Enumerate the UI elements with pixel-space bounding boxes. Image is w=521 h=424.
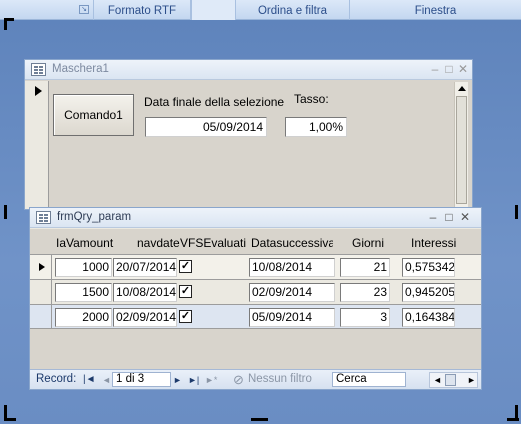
data-finale-field[interactable]: 05/09/2014	[145, 117, 267, 137]
column-header-interessi: Interessi	[411, 236, 457, 250]
minimize-icon[interactable]: –	[426, 210, 440, 224]
minimize-icon[interactable]: –	[428, 62, 442, 76]
search-input[interactable]: Cerca	[332, 372, 406, 387]
selection-handle[interactable]	[251, 418, 268, 421]
scroll-right-icon[interactable]: ►	[467, 375, 476, 385]
close-icon[interactable]: ✕	[458, 210, 472, 224]
maschera1-window[interactable]: Maschera1 – □ ✕ Comando1 Data finale del…	[24, 59, 473, 210]
current-record-field[interactable]: 1 di 3	[112, 372, 171, 387]
comando1-button[interactable]: Comando1	[53, 94, 134, 136]
amount-cell[interactable]: 1000	[55, 258, 112, 277]
datasuccessiva-cell[interactable]: 10/08/2014	[249, 258, 335, 277]
first-record-icon[interactable]: |◄	[83, 374, 96, 385]
amount-cell[interactable]: 1500	[55, 283, 112, 302]
column-header-datasuccessiva: Datasuccessiva	[251, 236, 333, 250]
form-icon	[36, 211, 51, 224]
selection-handle[interactable]	[515, 405, 518, 421]
record-label: Record:	[36, 373, 77, 385]
vertical-scrollbar[interactable]	[454, 82, 468, 209]
selection-handle[interactable]	[4, 418, 16, 421]
filter-status-button[interactable]: Nessun filtro	[248, 373, 312, 385]
continuous-form-grid: IaVamount navdate VFSEvaluation Datasucc…	[30, 229, 481, 371]
interessi-cell[interactable]: 0,945205	[402, 283, 455, 302]
vfsevaluation-checkbox[interactable]: ✓	[179, 260, 192, 273]
maschera1-titlebar[interactable]: Maschera1 – □ ✕	[25, 60, 472, 80]
giorni-cell[interactable]: 23	[340, 283, 390, 302]
tasso-label: Tasso:	[294, 92, 329, 106]
frmqry-param-window[interactable]: frmQry_param – □ ✕ IaVamount navdate VFS…	[29, 207, 482, 390]
maschera1-title: Maschera1	[52, 63, 109, 75]
new-record-icon[interactable]: ►*	[205, 375, 217, 385]
scroll-thumb[interactable]	[445, 374, 456, 386]
column-header-vfsevaluation: VFSEvaluation	[180, 236, 246, 250]
record-selector[interactable]	[30, 255, 52, 279]
data-finale-label: Data finale della selezione	[144, 95, 285, 109]
interessi-cell[interactable]: 0,575342	[402, 258, 455, 277]
selection-handle[interactable]	[4, 205, 7, 219]
navdate-cell[interactable]: 10/08/2014	[113, 283, 177, 302]
column-header-iavamount: IaVamount	[56, 236, 114, 250]
current-record-arrow-icon	[35, 86, 42, 96]
horizontal-scrollbar[interactable]: ◄ ►	[429, 372, 478, 388]
datasuccessiva-cell[interactable]: 05/09/2014	[249, 308, 335, 327]
close-icon[interactable]: ✕	[456, 62, 470, 76]
selection-handle[interactable]	[4, 18, 7, 30]
record-selector[interactable]	[30, 305, 52, 328]
navdate-cell[interactable]: 02/09/2014	[113, 308, 177, 327]
current-record-arrow-icon	[39, 263, 45, 271]
maximize-icon[interactable]: □	[442, 62, 456, 76]
datasuccessiva-cell[interactable]: 02/09/2014	[249, 283, 335, 302]
ribbon-group-formato-rtf[interactable]: Formato RTF	[94, 0, 191, 20]
record-navigation-bar: Record: |◄ ◄ 1 di 3 ► ►| ►* ⊘ Nessun fil…	[30, 369, 481, 389]
vfsevaluation-checkbox[interactable]: ✓	[179, 310, 192, 323]
tasso-field[interactable]: 1,00%	[285, 117, 347, 137]
interessi-cell[interactable]: 0,164384	[402, 308, 455, 327]
vfsevaluation-checkbox[interactable]: ✓	[179, 285, 192, 298]
frmqry-title: frmQry_param	[57, 211, 132, 223]
filter-off-icon[interactable]: ⊘	[233, 372, 244, 388]
previous-record-icon[interactable]: ◄	[102, 375, 111, 385]
last-record-icon[interactable]: ►|	[188, 375, 199, 385]
ribbon-group-ordina-filtra[interactable]: Ordina e filtra	[236, 0, 350, 20]
ribbon-bar: ↘ Formato RTF Ordina e filtra Finestra	[0, 0, 521, 20]
table-row[interactable]: 1500 10/08/2014 ✓ 02/09/2014 23 0,945205	[30, 279, 481, 304]
column-header-giorni: Giorni	[352, 236, 385, 250]
scroll-left-icon[interactable]: ◄	[433, 375, 442, 385]
table-row[interactable]: 1000 20/07/2014 ✓ 10/08/2014 21 0,575342	[30, 254, 481, 279]
record-selector[interactable]	[30, 280, 52, 304]
dialog-launcher-icon[interactable]: ↘	[79, 5, 89, 14]
giorni-cell[interactable]: 21	[340, 258, 390, 277]
frmqry-titlebar[interactable]: frmQry_param – □ ✕	[30, 208, 481, 228]
record-selector-strip[interactable]	[25, 81, 49, 209]
amount-cell[interactable]: 2000	[55, 308, 112, 327]
ribbon-group-finestra[interactable]: Finestra	[350, 0, 521, 20]
table-row[interactable]: 2000 02/09/2014 ✓ 05/09/2014 3 0,164384	[30, 304, 481, 329]
scroll-thumb[interactable]	[456, 96, 467, 204]
ribbon-group-blank	[191, 0, 236, 20]
form-icon	[31, 63, 46, 76]
next-record-icon[interactable]: ►	[173, 375, 182, 385]
navdate-cell[interactable]: 20/07/2014	[113, 258, 177, 277]
giorni-cell[interactable]: 3	[340, 308, 390, 327]
selection-handle[interactable]	[515, 205, 518, 219]
scroll-up-icon[interactable]	[458, 86, 466, 91]
maximize-icon[interactable]: □	[442, 210, 456, 224]
